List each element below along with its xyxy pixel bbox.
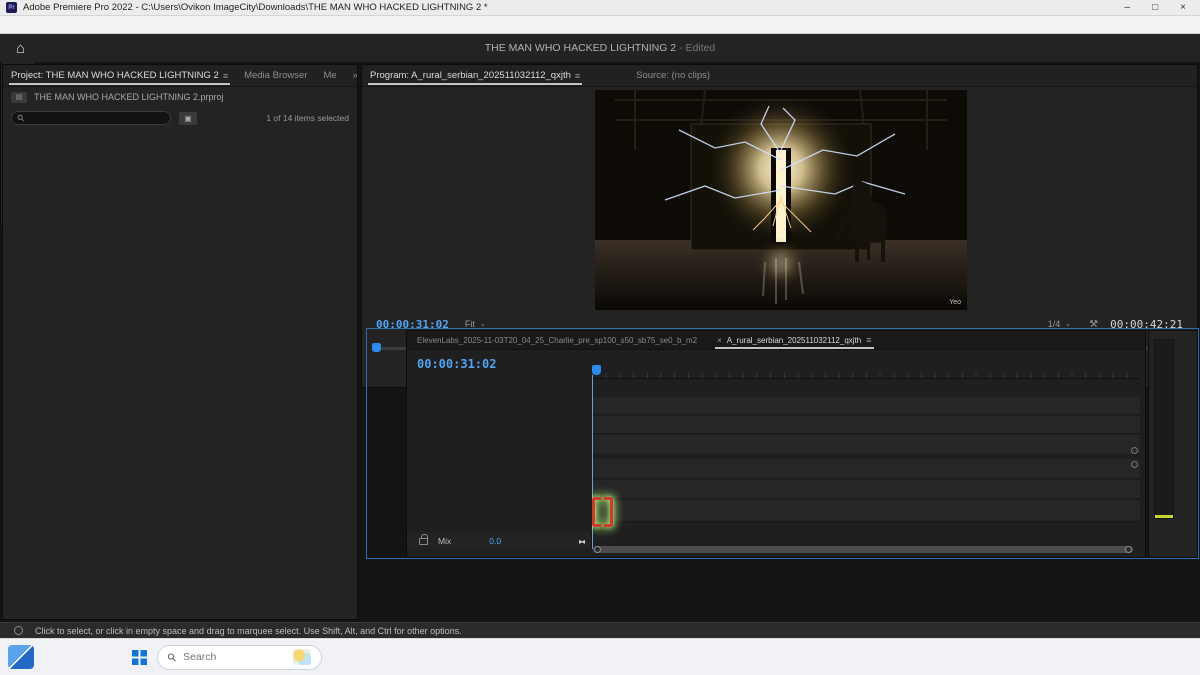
menu-bar [0,16,1200,34]
track-row-v3[interactable] [592,397,1140,415]
timeline-clip-area[interactable] [592,351,1140,549]
chevron-down-icon: ⌄ [480,320,486,328]
tab-sequence-elevenlabs[interactable]: ElevenLabs_2025-11-03T20_04_25_Charlie_p… [407,331,707,349]
fit-sequence-icon[interactable]: ▸◂ [579,537,583,546]
project-item-grid [3,133,357,589]
timeline-ruler[interactable] [592,355,1140,379]
tab-sequence-rural-serbian[interactable]: × A_rural_serbian_202511032112_qxjth ≡ [707,331,881,349]
monitor-tabs: Program: A_rural_serbian_202511032112_qx… [362,65,1197,87]
sequence-duration: 00:00:42:21 [1110,318,1183,331]
monitor-settings-icon[interactable]: ⚒ [1089,319,1098,330]
timeline-horizontal-scrollbar[interactable] [593,546,1133,553]
track-row-a1[interactable] [592,459,1140,479]
timeline-panel: ElevenLabs_2025-11-03T20_04_25_Charlie_p… [406,330,1146,558]
panel-menu-icon[interactable]: ≡ [575,71,580,81]
mix-track-header: Mix 0.0 ▸◂ [407,533,592,549]
project-panel-tabs: Project: THE MAN WHO HACKED LIGHTNING 2≡… [3,65,357,87]
chevron-down-icon: ⌄ [1065,320,1071,328]
document-status: - Edited [679,42,715,54]
premiere-pro-window: Pr Adobe Premiere Pro 2022 - C:\Users\Ov… [0,0,1200,675]
widgets-icon[interactable] [8,645,34,669]
playhead-head[interactable] [592,365,601,375]
tab-project[interactable]: Project: THE MAN WHO HACKED LIGHTNING 2≡ [3,65,236,86]
app-header: ⌂ THE MAN WHO HACKED LIGHTNING 2 - Edite… [0,34,1200,62]
mix-label: Mix [438,536,451,546]
track-row-v1[interactable] [592,435,1140,455]
project-search-input[interactable] [29,114,149,123]
document-title: THE MAN WHO HACKED LIGHTNING 2 - Edited [0,42,1200,54]
tab-media-browser[interactable]: Media Browser [236,65,315,86]
track-row-a2[interactable] [592,480,1140,499]
preview-watermark: Yeo [949,299,961,306]
mix-value[interactable]: 0.0 [489,536,501,546]
tab-program[interactable]: Program: A_rural_serbian_202511032112_qx… [362,65,588,86]
project-footer-toolbar [3,591,357,615]
panel-menu-icon[interactable]: ≡ [866,335,871,345]
audio-meter-bars [1154,339,1174,519]
scrollbar-handle-right[interactable] [1125,546,1132,553]
window-controls: – □ × [1125,2,1194,13]
preview-scene [595,90,967,310]
taskbar-search[interactable]: ⚲ [157,645,322,670]
premiere-app-icon: Pr [6,2,17,13]
playback-resolution-select[interactable]: 1/4⌄ [1042,318,1077,330]
home-icon[interactable]: ⌂ [16,40,25,57]
windows-taskbar: ⚲ [0,638,1200,675]
window-title: Adobe Premiere Pro 2022 - C:\Users\Oviko… [23,2,1125,13]
trim-bracket-right [604,497,613,527]
scrollbar-handle-left[interactable] [594,546,601,553]
project-search-row: ⚲ ▣ 1 of 14 items selected [3,107,357,129]
close-button[interactable]: × [1180,2,1186,13]
taskbar-search-input[interactable] [183,651,273,663]
audio-meters-panel [1148,330,1198,558]
track-scroll-handle[interactable] [1131,461,1138,468]
meter-scale-labels [1177,335,1197,523]
minimize-button[interactable]: – [1125,2,1131,13]
taskbar-center: ⚲ [128,645,322,670]
search-bin-icon[interactable]: ▣ [179,112,197,125]
window-titlebar: Pr Adobe Premiere Pro 2022 - C:\Users\Ov… [0,0,1200,16]
trim-edit-indicator[interactable] [592,497,613,527]
monitor-playhead[interactable] [372,343,381,352]
project-panel: Project: THE MAN WHO HACKED LIGHTNING 2≡… [2,64,358,620]
lock-icon[interactable] [419,538,428,545]
panel-menu-icon[interactable]: ≡ [223,71,228,81]
start-button[interactable] [128,646,150,668]
search-icon: ⚲ [165,650,180,665]
trim-bracket-left [592,497,601,527]
project-breadcrumb[interactable]: ▤ THE MAN WHO HACKED LIGHTNING 2.prproj [3,87,357,107]
track-row-a3[interactable] [592,500,1140,522]
status-bar: Click to select, or click in empty space… [0,622,1200,638]
search-icon: ⚲ [15,112,27,124]
tab-overflow-icon[interactable]: » [345,65,357,86]
program-preview[interactable]: Yeo [595,90,967,310]
tab-more[interactable]: Me [315,65,344,86]
track-scroll-handle[interactable] [1131,447,1138,454]
timeline-tabs: ElevenLabs_2025-11-03T20_04_25_Charlie_p… [407,331,1145,350]
windows-logo-icon [132,650,147,665]
maximize-button[interactable]: □ [1152,2,1158,13]
close-icon[interactable]: × [717,336,722,345]
zoom-level-select[interactable]: Fit⌄ [459,318,492,330]
timeline-timecode[interactable]: 00:00:31:02 [417,357,496,371]
project-bin-icon: ▤ [11,92,27,103]
track-row-v2[interactable] [592,416,1140,434]
selection-status: 1 of 14 items selected [266,113,349,123]
project-search-box[interactable]: ⚲ [11,111,171,125]
weather-icon[interactable] [293,649,311,665]
program-timecode[interactable]: 00:00:31:02 [376,318,449,331]
status-message: Click to select, or click in empty space… [35,626,462,636]
tab-source[interactable]: Source: (no clips) [628,65,718,86]
status-icon [14,626,23,635]
